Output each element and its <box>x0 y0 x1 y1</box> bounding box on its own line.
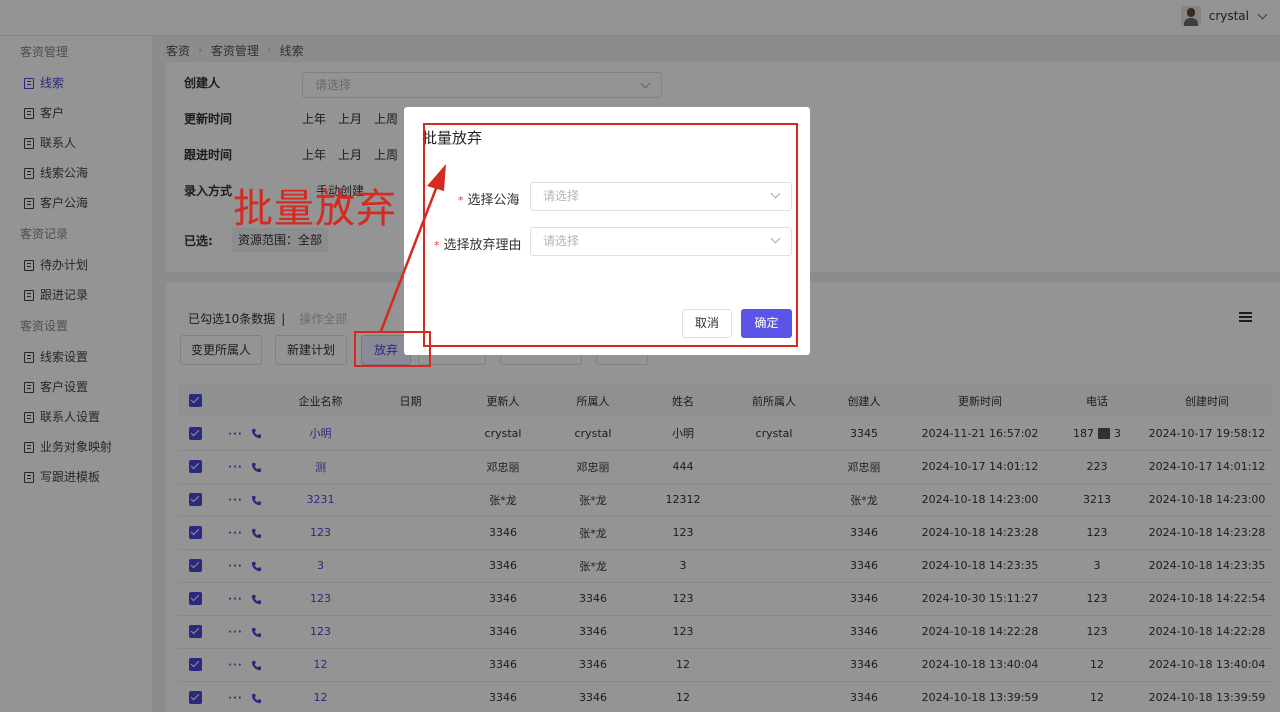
annotation-box-abandon <box>354 331 431 367</box>
annotation-box-dialog <box>423 123 798 347</box>
annotation-label: 批量放弃 <box>233 186 397 232</box>
